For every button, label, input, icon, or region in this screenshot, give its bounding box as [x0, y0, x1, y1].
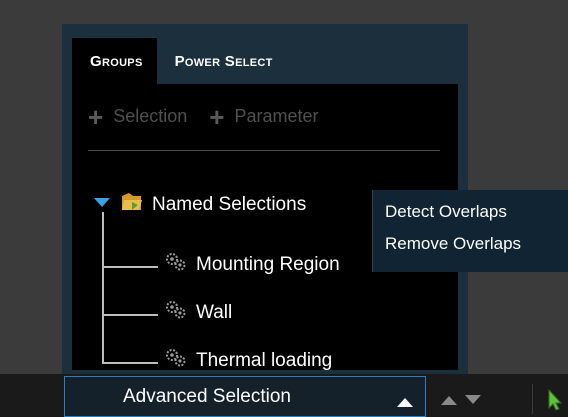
menu-item-remove-overlaps[interactable]: Remove Overlaps	[385, 234, 521, 254]
advanced-selection-button[interactable]: Advanced Selection	[64, 376, 426, 417]
menu-item-detect-overlaps[interactable]: Detect Overlaps	[385, 202, 507, 222]
named-selections-folder-icon	[120, 190, 144, 220]
advanced-selection-label: Advanced Selection	[123, 386, 291, 407]
tree-line-branch	[102, 314, 158, 316]
tree-node-mounting-region[interactable]: Mounting Region	[164, 251, 340, 279]
tree-node-thermal-loading[interactable]: Thermal loading	[164, 347, 332, 375]
move-down-icon[interactable]	[465, 392, 481, 410]
tree-node-named-selections[interactable]: Named Selections	[120, 190, 306, 220]
gears-icon	[164, 299, 188, 327]
toolbar-divider	[532, 384, 533, 414]
tree-line-branch	[102, 362, 158, 364]
tree-node-label: Thermal loading	[196, 350, 333, 371]
gears-icon	[164, 347, 188, 375]
tree-node-wall[interactable]: Wall	[164, 299, 232, 327]
caret-down-icon[interactable]	[94, 195, 110, 213]
move-up-icon[interactable]	[441, 392, 457, 410]
context-menu: Detect Overlaps Remove Overlaps	[372, 190, 568, 272]
tab-bar: Groups Power Select	[72, 38, 287, 84]
triangle-up-icon	[397, 391, 413, 413]
tree-node-label: Wall	[196, 302, 233, 323]
tab-groups[interactable]: Groups	[72, 38, 157, 84]
tree-line-branch	[102, 266, 158, 268]
tree-node-label: Mounting Region	[196, 254, 340, 275]
select-cursor-icon[interactable]	[548, 388, 563, 416]
gears-icon	[164, 251, 188, 279]
tree-line-vertical	[102, 212, 104, 364]
tab-power-select[interactable]: Power Select	[156, 38, 287, 84]
tree-node-label: Named Selections	[152, 194, 307, 215]
